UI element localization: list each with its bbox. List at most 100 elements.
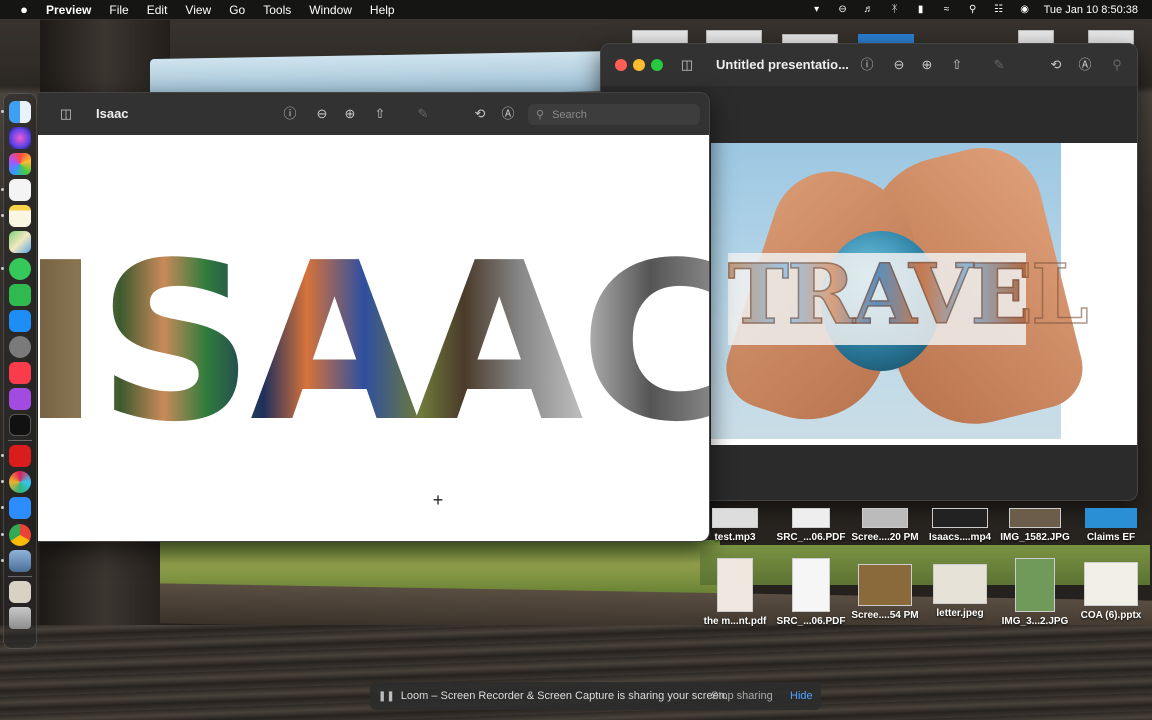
desktop-file[interactable]: test.mp3 (696, 508, 774, 543)
desktop-file[interactable]: SRC_...06.PDF (772, 558, 850, 627)
menu-help[interactable]: Help (370, 3, 395, 17)
file-label: letter.jpeg (936, 608, 984, 619)
dock (1, 93, 37, 649)
desktop-file[interactable]: Scree....20 PM (846, 508, 924, 543)
travel-title: TRAVEL (727, 246, 1089, 344)
zoom-icon[interactable] (1, 497, 31, 520)
presentation-toolbar: ◫ Untitled presentatio... ⓘ ⊖ ⊕ ⇧ ✎ ⟲ Ⓐ … (601, 44, 1137, 86)
search-icon[interactable]: ⚲ (1109, 57, 1125, 73)
slide-canvas: ISAAC + (38, 135, 709, 541)
file-label: Scree....20 PM (851, 532, 919, 543)
volume-icon[interactable]: ♬ (862, 4, 876, 16)
wifi-icon[interactable]: ≈ (940, 4, 954, 16)
share-icon[interactable]: ⇧ (949, 57, 965, 73)
facetime-icon[interactable] (9, 283, 31, 306)
zoom-in-icon[interactable]: ⊕ (919, 57, 935, 73)
desktop-file[interactable]: letter.jpeg (921, 558, 999, 619)
notes-icon[interactable] (1, 205, 31, 228)
rotate-icon[interactable]: ⟲ (1048, 57, 1064, 73)
minimize-button[interactable] (633, 59, 645, 71)
annotate-icon[interactable]: Ⓐ (500, 106, 516, 122)
preview-icon[interactable] (1, 549, 31, 572)
sidebar-icon[interactable]: ◫ (58, 106, 74, 122)
stop-sharing-button[interactable]: Stop sharing (711, 690, 773, 702)
file-thumbnail (858, 564, 912, 606)
appstore-icon[interactable] (9, 309, 31, 332)
finder-icon[interactable] (1, 101, 31, 123)
desktop-file[interactable]: IMG_1582.JPG (996, 508, 1074, 543)
menu-window[interactable]: Window (309, 3, 352, 17)
dock-separator (8, 440, 32, 442)
reminders-icon[interactable] (1, 179, 31, 202)
battery-icon[interactable]: ▮ (914, 4, 928, 16)
file-thumbnail (717, 558, 753, 612)
desktop-file[interactable]: the m...nt.pdf (696, 558, 774, 627)
bluetooth-icon[interactable]: ᛡ (888, 4, 902, 16)
file-thumbnail (792, 508, 830, 528)
info-icon[interactable]: ⓘ (859, 57, 875, 73)
hide-button[interactable]: Hide (790, 690, 813, 702)
appletv-icon[interactable] (9, 414, 31, 437)
menu-preview[interactable]: Preview (46, 3, 91, 17)
settings-icon[interactable] (9, 335, 31, 358)
crosshair-cursor-icon: + (432, 490, 444, 510)
menu-clock[interactable]: Tue Jan 10 8:50:38 (1044, 4, 1138, 16)
chrome-icon[interactable] (1, 523, 31, 546)
desktop-file[interactable]: SRC_...06.PDF (772, 508, 850, 543)
zoom-out-icon[interactable]: ⊖ (891, 57, 907, 73)
share-icon[interactable]: ⇧ (372, 106, 388, 122)
annotate-icon[interactable]: Ⓐ (1077, 57, 1093, 73)
file-label: Claims EF (1086, 532, 1136, 543)
trash-icon[interactable] (9, 606, 31, 629)
file-label: Isaacs....mp4 (928, 532, 992, 543)
markup-pen-icon[interactable]: ✎ (991, 57, 1007, 73)
siri-menu-icon[interactable]: ◉ (1018, 4, 1032, 16)
spotlight-search-icon[interactable]: ⚲ (966, 4, 980, 16)
desktop-file[interactable]: Isaacs....mp4 (921, 508, 999, 543)
file-label: COA (6).pptx (1080, 610, 1142, 621)
menu-edit[interactable]: Edit (147, 3, 168, 17)
menu-go[interactable]: Go (229, 3, 245, 17)
dock-separator (8, 575, 32, 577)
file-thumbnail (792, 558, 830, 612)
maps-icon[interactable] (9, 231, 31, 254)
messages-icon[interactable] (1, 257, 31, 280)
isaac-title: ISAAC (38, 235, 709, 453)
zoom-button[interactable] (651, 59, 663, 71)
desktop-folder[interactable]: Claims EF (1072, 508, 1150, 543)
rotate-icon[interactable]: ⟲ (472, 106, 488, 122)
pause-icon[interactable]: ❚❚ (378, 691, 395, 702)
desktop-file[interactable]: COA (6).pptx (1072, 558, 1150, 621)
file-thumbnail (1015, 558, 1055, 612)
menu-bar: ● Preview File Edit View Go Tools Window… (0, 0, 1152, 19)
menu-file[interactable]: File (109, 3, 128, 17)
control-center-icon[interactable]: ☷ (992, 4, 1006, 16)
close-button[interactable] (615, 59, 627, 71)
menu-tools[interactable]: Tools (263, 3, 291, 17)
zoom-in-icon[interactable]: ⊕ (342, 106, 358, 122)
sharing-message: Loom – Screen Recorder & Screen Capture … (400, 690, 728, 702)
desktop-file[interactable]: Scree....54 PM (846, 558, 924, 621)
slack-icon[interactable] (1, 471, 31, 494)
siri-icon[interactable] (9, 127, 31, 150)
file-label: SRC_...06.PDF (776, 616, 846, 627)
file-thumbnail (1009, 508, 1061, 528)
zoom-out-icon[interactable]: ⊖ (314, 106, 330, 122)
launchpad-icon[interactable] (9, 153, 31, 176)
desktop-file[interactable]: IMG_3...2.JPG (996, 558, 1074, 627)
info-icon[interactable]: ⓘ (282, 106, 298, 122)
markup-pen-icon[interactable]: ✎ (415, 106, 431, 122)
file-thumbnail (933, 564, 987, 604)
archive-icon[interactable] (9, 580, 31, 603)
focus-icon[interactable]: ⊖ (836, 4, 850, 16)
search-field[interactable]: ⚲ Search (528, 104, 700, 125)
apple-menu-icon[interactable]: ● (16, 2, 32, 17)
file-label: Scree....54 PM (851, 610, 919, 621)
podcasts-icon[interactable] (9, 388, 31, 411)
microphone-icon[interactable]: ▾ (810, 4, 824, 16)
menu-view[interactable]: View (185, 3, 211, 17)
sidebar-icon[interactable]: ◫ (679, 57, 695, 73)
news-icon[interactable] (9, 361, 31, 384)
file-thumbnail (932, 508, 988, 528)
acrobat-icon[interactable] (1, 445, 31, 468)
